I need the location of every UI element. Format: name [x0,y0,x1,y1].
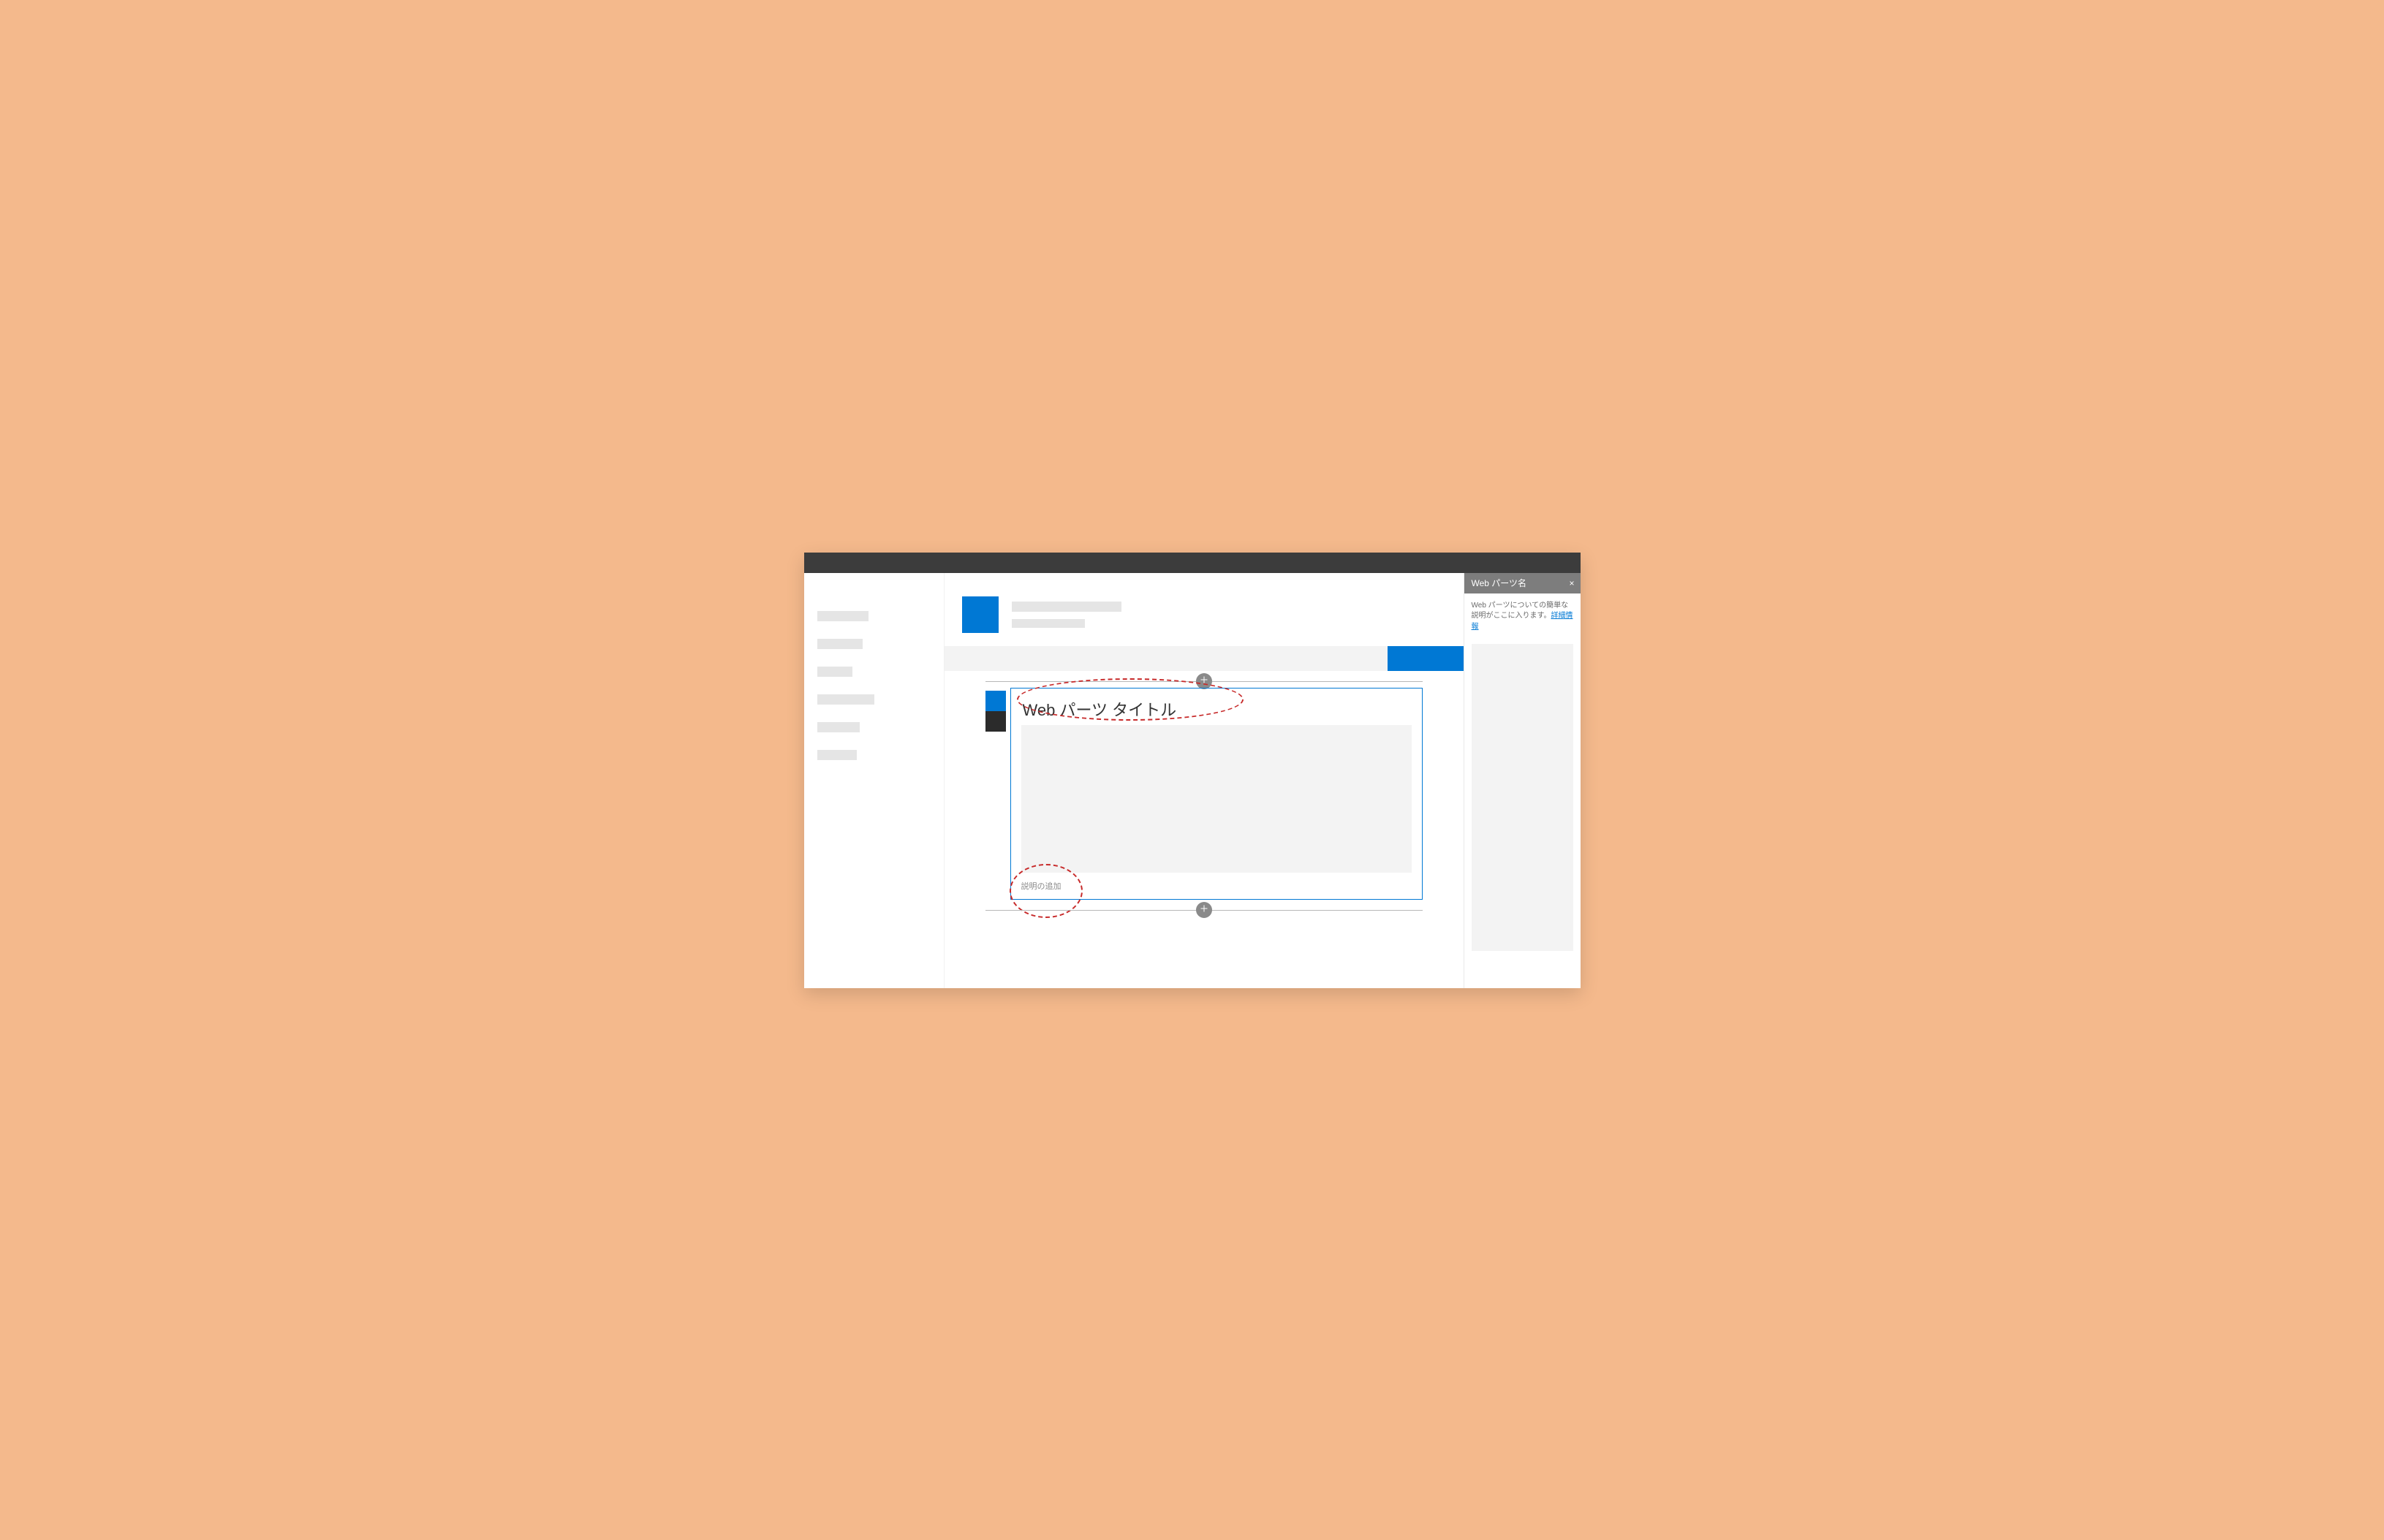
app-window: Web パーツ タイトル 説明の追加 [804,553,1581,988]
editing-canvas: Web パーツ タイトル 説明の追加 [945,671,1464,988]
property-pane: Web パーツ名 × Web パーツについての簡単な説明がここに入ります。詳細情… [1464,573,1581,988]
add-section-divider-bottom [985,910,1423,911]
webpart-row: Web パーツ タイトル 説明の追加 [985,688,1423,900]
webpart-caption-input[interactable]: 説明の追加 [1021,873,1412,892]
left-nav [804,573,945,988]
add-section-divider-top [985,681,1423,682]
window-titlebar [804,553,1581,573]
plus-icon [1200,903,1208,917]
nav-item-placeholder[interactable] [817,750,857,760]
site-title-placeholder [1012,602,1121,612]
webpart-selection[interactable]: Web パーツ タイトル 説明の追加 [1010,688,1423,900]
add-webpart-button[interactable] [1196,902,1212,918]
webpart-title-input[interactable]: Web パーツ タイトル [1021,696,1412,725]
primary-action-button[interactable] [1388,646,1464,671]
site-subtitle-placeholder [1012,619,1085,628]
webpart-toolbar [985,691,1006,732]
property-pane-title: Web パーツ名 [1472,577,1527,589]
webpart-content-placeholder [1021,725,1412,873]
page-canvas: Web パーツ タイトル 説明の追加 [945,573,1464,988]
command-bar [945,646,1464,671]
nav-item-placeholder[interactable] [817,694,874,705]
plus-icon [1200,675,1208,688]
move-webpart-handle[interactable] [985,711,1006,732]
nav-item-placeholder[interactable] [817,667,852,677]
site-logo [962,596,999,633]
site-header [945,573,1464,646]
property-pane-content-placeholder [1472,644,1573,951]
site-title-block [1012,602,1121,628]
edit-webpart-handle[interactable] [985,691,1006,711]
property-pane-header: Web パーツ名 × [1464,573,1581,593]
nav-item-placeholder[interactable] [817,611,869,621]
app-body: Web パーツ タイトル 説明の追加 [804,573,1581,988]
nav-item-placeholder[interactable] [817,639,863,649]
nav-item-placeholder[interactable] [817,722,860,732]
property-pane-description: Web パーツについての簡単な説明がここに入ります。詳細情報 [1464,593,1581,640]
close-icon[interactable]: × [1569,578,1574,588]
